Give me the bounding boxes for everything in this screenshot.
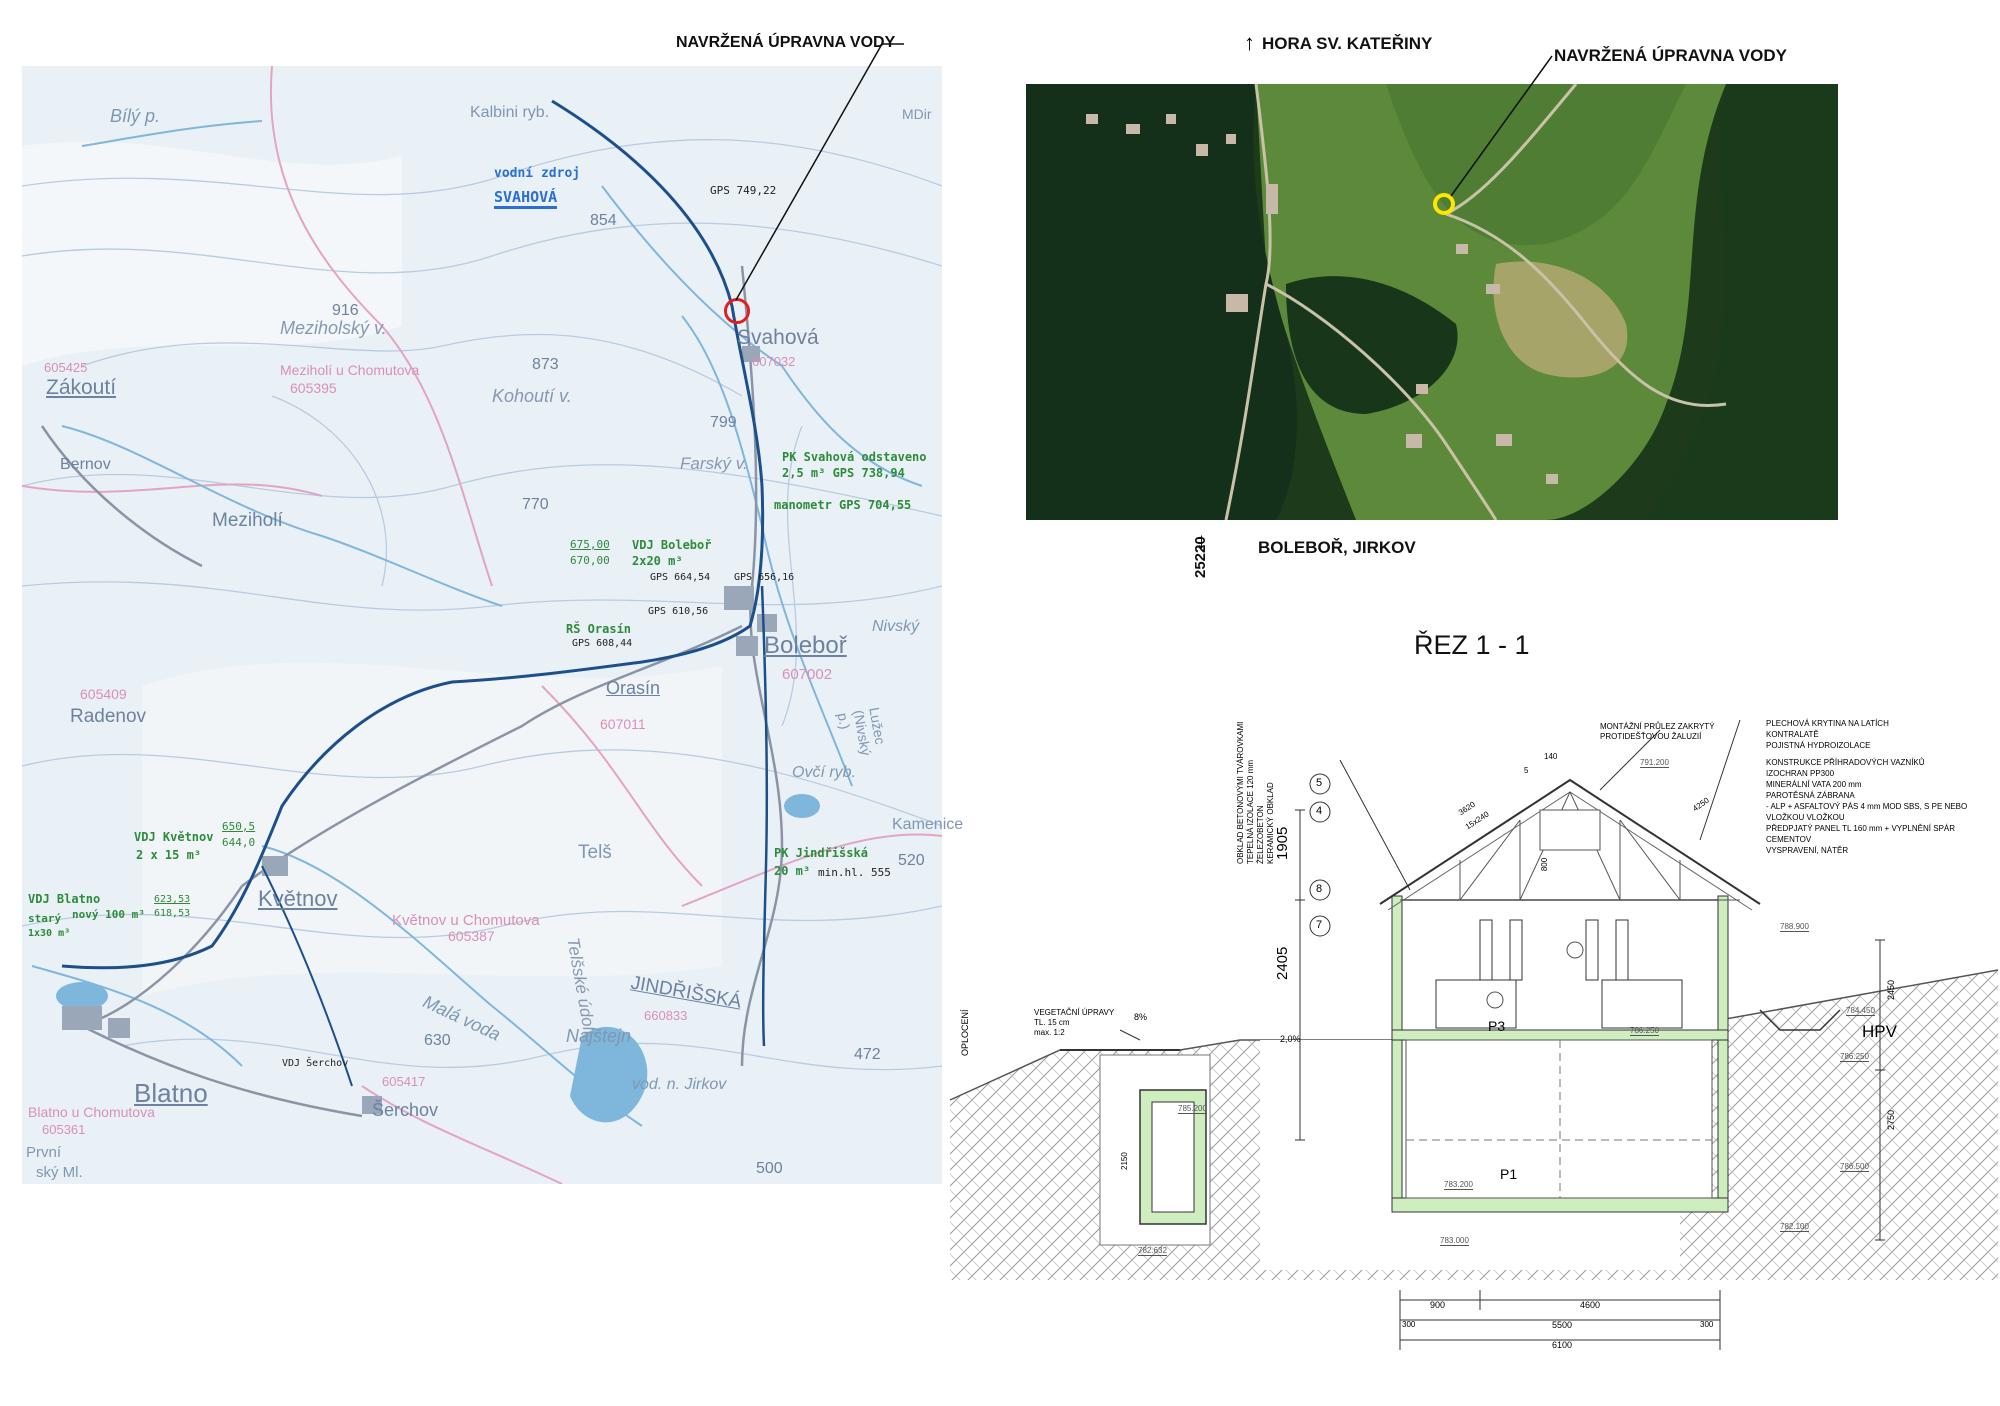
dimension: 2150 — [1120, 1152, 1129, 1170]
notes-left: OBKLAD BETONOVÝMI TVÁROVKAMI TEPELNÁ IZO… — [1236, 722, 1276, 864]
marker-number: 7 — [1316, 919, 1323, 931]
level-mark: 786.250 — [1630, 1026, 1659, 1036]
note-line: VYSPRAVENÍ, NÁTĚR — [1766, 846, 1849, 855]
oploceni-label: OPLOCENÍ — [960, 1009, 970, 1056]
section-drawing: OPLOCENÍ HPV P3 P1 8% 2,0% OBKLAD BETONO… — [940, 700, 1999, 1360]
level-mark: 788.900 — [1780, 922, 1809, 932]
marker-number: 8 — [1316, 883, 1323, 895]
section-title: ŘEZ 1 - 1 — [1414, 630, 1530, 660]
note-line: MINERÁLNÍ VATA 200 mm — [1766, 780, 1862, 789]
note-line: KONTRALATĚ — [1766, 730, 1819, 739]
slope-label: 8% — [1134, 1012, 1148, 1022]
note-line: VLOŽKOU VLOŽKOU — [1766, 813, 1845, 822]
note-line: POJISTNÁ HYDROIZOLACE — [1766, 741, 1871, 750]
p3-label: P3 — [1488, 1018, 1506, 1034]
notes-right: PLECHOVÁ KRYTINA NA LATÍCH KONTRALATĚ PO… — [1766, 718, 1998, 856]
dimension: 2450 — [1886, 979, 1896, 1000]
note-line: max. 1:2 — [1034, 1028, 1065, 1037]
note-line: KONSTRUKCE PŘÍHRADOVÝCH VAZNÍKŮ — [1766, 758, 1925, 767]
direction-south-label: BOLEBOŘ, JIRKOV — [1258, 538, 1416, 557]
note-vegetace: VEGETAČNÍ ÚPRAVY TL. 15 cm max. 1:2 — [1034, 1008, 1114, 1038]
note-line: - ALP + ASFALTOVÝ PÁS 4 mm MOD SBS, S PE… — [1766, 802, 1968, 811]
dimension: 140 — [1544, 752, 1558, 761]
note-line: TEPELNÁ IZOLACE 120 mm — [1246, 759, 1255, 864]
level-mark: 782.632 — [1138, 1246, 1167, 1256]
dimension: 5500 — [1552, 1320, 1573, 1330]
note-line: VEGETAČNÍ ÚPRAVY — [1034, 1008, 1115, 1017]
dimension: 900 — [1430, 1300, 1446, 1310]
note-line: PŘEDPJATÝ PANEL TL 160 mm + VYPLNĚNÍ SPÁ… — [1766, 824, 1956, 844]
level-mark: 786.500 — [1840, 1162, 1869, 1172]
level-mark: 782.100 — [1780, 1222, 1809, 1232]
dimension: 6100 — [1552, 1340, 1573, 1350]
note-line: PROTIDEŠŤOVOU ŽALUZIÍ — [1600, 732, 1702, 741]
level-mark: 783.000 — [1440, 1236, 1469, 1246]
level-mark: 783.200 — [1444, 1180, 1473, 1190]
level-mark: 791.200 — [1640, 758, 1669, 768]
dimension: 4600 — [1580, 1300, 1601, 1310]
dimension: 800 — [1540, 857, 1550, 872]
note-line: PAROTĚSNÁ ZÁBRANA — [1766, 791, 1855, 800]
dimension: 300 — [1402, 1320, 1416, 1329]
dimension: 300 — [1700, 1320, 1714, 1329]
note-line: MONTÁŽNÍ PRŮLEZ ZAKRYTÝ — [1600, 722, 1715, 731]
level-mark: 785.200 — [1178, 1104, 1207, 1114]
hpv-label: HPV — [1862, 1022, 1897, 1041]
note-line: TL. 15 cm — [1034, 1018, 1070, 1027]
note-pruvlek: MONTÁŽNÍ PRŮLEZ ZAKRYTÝ PROTIDEŠŤOVOU ŽA… — [1600, 722, 1715, 742]
dimension: 5 — [1524, 766, 1529, 775]
marker-number: 4 — [1316, 805, 1323, 817]
dimension: 1905 — [1274, 826, 1291, 860]
level-mark: 784.450 — [1846, 1006, 1875, 1016]
note-line: OBKLAD BETONOVÝMI TVÁROVKAMI — [1236, 721, 1245, 864]
dimension: 2405 — [1274, 946, 1291, 980]
road-number: 25220 — [1192, 536, 1209, 578]
note-line: ŽELEZOBETON — [1256, 805, 1265, 864]
note-line: IZOCHRAN PP300 — [1766, 769, 1835, 778]
slope-label: 2,0% — [1280, 1034, 1301, 1044]
marker-number: 5 — [1316, 777, 1323, 789]
note-line: PLECHOVÁ KRYTINA NA LATÍCH — [1766, 719, 1889, 728]
level-mark: 786.250 — [1840, 1052, 1869, 1062]
p1-label: P1 — [1500, 1166, 1518, 1182]
dimension: 2750 — [1886, 1109, 1896, 1130]
